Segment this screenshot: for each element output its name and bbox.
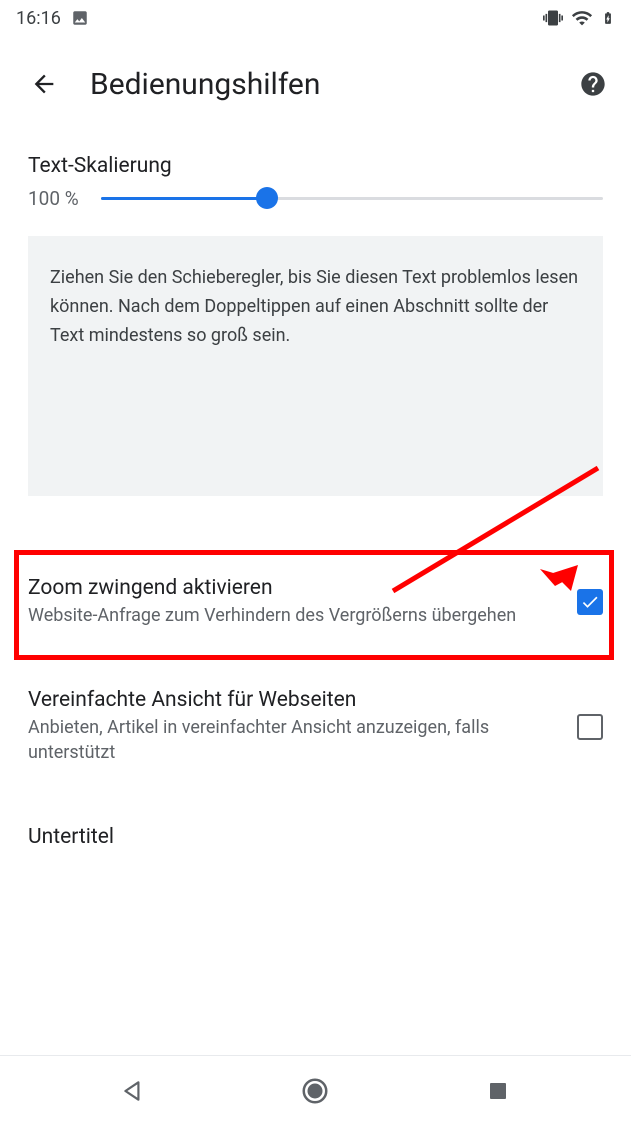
- captions-title: Untertitel: [28, 825, 603, 849]
- force-zoom-title: Zoom zwingend aktivieren: [28, 576, 561, 600]
- text-scaling-section: Text-Skalierung 100 %: [0, 132, 631, 226]
- back-button[interactable]: [20, 60, 68, 108]
- wifi-icon: [571, 7, 593, 29]
- info-text: Ziehen Sie den Schieberegler, bis Sie di…: [50, 267, 578, 346]
- checkmark-icon: [580, 592, 600, 612]
- force-zoom-desc: Website-Anfrage zum Verhindern des Vergr…: [28, 604, 561, 628]
- setting-captions[interactable]: Untertitel: [0, 805, 631, 873]
- text-scaling-info-box: Ziehen Sie den Schieberegler, bis Sie di…: [28, 236, 603, 496]
- image-icon: [71, 9, 89, 27]
- simplified-view-checkbox[interactable]: [577, 714, 603, 740]
- status-time: 16:16: [16, 8, 61, 29]
- force-zoom-checkbox[interactable]: [577, 589, 603, 615]
- content-area: Text-Skalierung 100 % Ziehen Sie den Sch…: [0, 132, 631, 873]
- help-icon: [579, 70, 607, 98]
- circle-home-icon: [300, 1076, 330, 1106]
- help-button[interactable]: [575, 66, 611, 102]
- nav-recent-button[interactable]: [470, 1063, 526, 1119]
- simplified-view-title: Vereinfachte Ansicht für Webseiten: [28, 688, 561, 712]
- slider-thumb[interactable]: [256, 187, 278, 209]
- arrow-back-icon: [30, 70, 58, 98]
- vibrate-icon: [543, 8, 563, 28]
- battery-charging-icon: [601, 8, 615, 28]
- navigation-bar: [0, 1055, 631, 1125]
- triangle-back-icon: [120, 1078, 146, 1104]
- nav-home-button[interactable]: [287, 1063, 343, 1119]
- app-bar: Bedienungshilfen: [0, 36, 631, 132]
- text-scaling-label: Text-Skalierung: [28, 154, 603, 178]
- setting-simplified-view[interactable]: Vereinfachte Ansicht für Webseiten Anbie…: [0, 668, 631, 785]
- page-title: Bedienungshilfen: [90, 67, 575, 102]
- setting-force-zoom[interactable]: Zoom zwingend aktivieren Website-Anfrage…: [0, 556, 631, 648]
- text-scaling-value: 100 %: [28, 187, 83, 210]
- status-bar: 16:16: [0, 0, 631, 36]
- nav-back-button[interactable]: [105, 1063, 161, 1119]
- text-scaling-slider[interactable]: [101, 182, 603, 214]
- square-recent-icon: [486, 1079, 510, 1103]
- simplified-view-desc: Anbieten, Artikel in vereinfachter Ansic…: [28, 716, 561, 765]
